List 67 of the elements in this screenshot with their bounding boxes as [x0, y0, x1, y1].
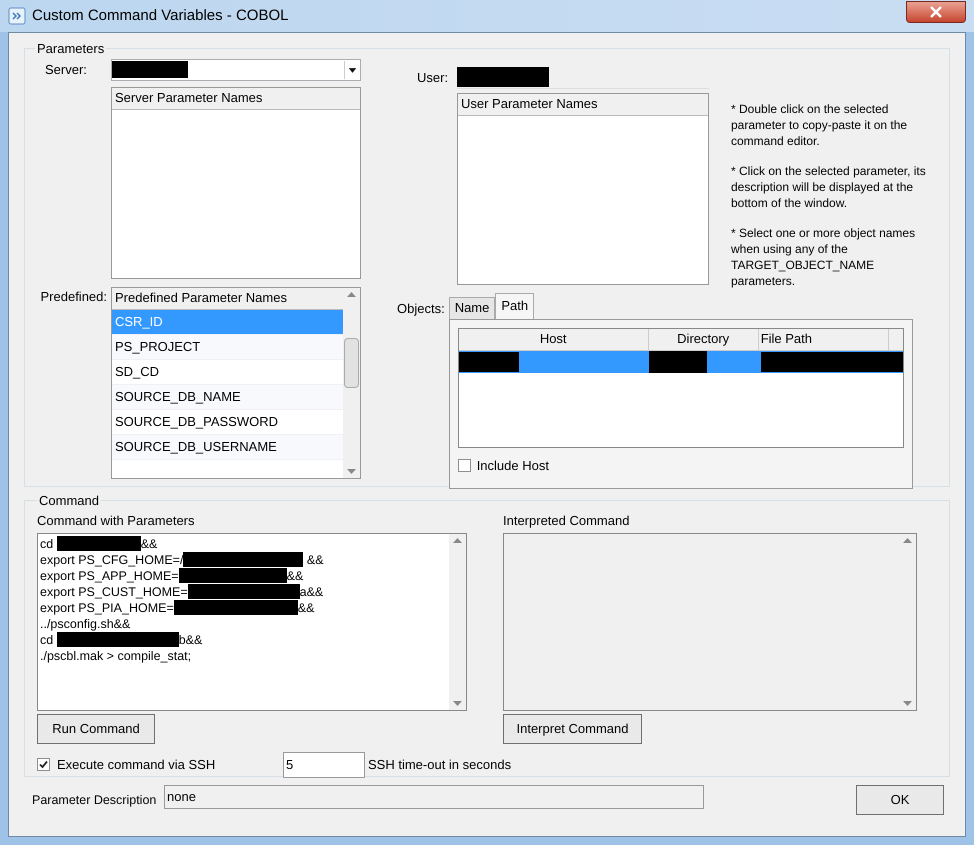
table-row[interactable] [458, 350, 903, 372]
help-note: * Click on the selected parameter, its description will be displayed at the bottom of the window. [731, 162, 927, 210]
scrollbar[interactable] [449, 534, 466, 710]
code-text: cd [40, 632, 54, 648]
user-parameter-list[interactable]: User Parameter Names [457, 92, 709, 284]
scroll-down-icon[interactable] [903, 700, 912, 706]
checkbox-label: Include Host [476, 456, 549, 474]
column-header: Server Parameter Names [112, 88, 360, 110]
group-label: Parameters [36, 40, 106, 58]
server-parameter-list[interactable]: Server Parameter Names [111, 86, 361, 278]
field-label: Parameter Description [31, 792, 158, 808]
scrollbar[interactable] [343, 288, 360, 478]
timeout-field[interactable]: 5 [283, 752, 365, 778]
tab[interactable]: Name [448, 296, 496, 318]
code-text: && [306, 552, 324, 568]
column-header: Predefined Parameter Names [112, 288, 343, 310]
column-header[interactable]: File Path [758, 328, 889, 350]
field-label: Predefined: [40, 288, 108, 306]
list-item[interactable]: SD_CD [112, 360, 343, 384]
tab[interactable]: Path [495, 292, 534, 318]
list-item[interactable]: SOURCE_DB_PASSWORD [112, 410, 343, 434]
group-label: Command [38, 492, 100, 510]
field-label: Command with Parameters [37, 512, 196, 530]
list-item[interactable]: SOURCE_DB_USERNAME [112, 434, 343, 460]
close-icon [930, 6, 942, 18]
field-label: User: [417, 68, 450, 87]
window-title: Custom Command Variables - COBOL [32, 6, 288, 26]
interpret-command-button[interactable]: Interpret Command [503, 714, 642, 744]
field-label: Objects: [397, 300, 445, 318]
command-editor[interactable]: cd && export PS_CFG_HOME=/ && export PS_APP_HOME= && export PS_CUST_HOME= a&& export PS_PIA_HOME= && ../psconfig.sh&& cd b&& ./pscbl.mak > compile_stat; [37, 532, 467, 710]
list-item[interactable]: SOURCE_DB_NAME [112, 384, 343, 410]
app-icon [8, 7, 26, 25]
code-text: && [298, 600, 314, 616]
code-text: ../psconfig.sh&& [40, 616, 130, 632]
description-field: none [164, 785, 704, 809]
code-text: a&& [300, 584, 324, 600]
code-text: export PS_CUST_HOME= [40, 584, 188, 600]
code-text: ./pscbl.mak > compile_stat; [40, 648, 192, 664]
scroll-up-icon[interactable] [903, 538, 912, 542]
scroll-up-icon[interactable] [453, 538, 462, 542]
run-command-button[interactable]: Run Command [37, 714, 155, 744]
field-label: Server: [44, 60, 88, 79]
column-header[interactable]: Directory [648, 328, 759, 350]
close-button[interactable] [906, 1, 966, 23]
code-text: && [286, 568, 304, 584]
list-item[interactable]: PS_PROJECT [112, 334, 343, 360]
scroll-up-icon[interactable] [347, 292, 356, 296]
code-text: b&& [178, 632, 202, 648]
checkbox[interactable] [37, 758, 50, 771]
code-text: export PS_APP_HOME= [40, 568, 179, 584]
checkbox-label: Execute command via SSH [57, 756, 216, 774]
code-text: export PS_PIA_HOME= [40, 600, 174, 616]
ok-button[interactable]: OK [856, 785, 944, 815]
column-header: User Parameter Names [458, 94, 708, 116]
code-text: cd [40, 536, 54, 552]
scroll-down-icon[interactable] [347, 468, 356, 474]
code-text: && [140, 536, 158, 552]
field-label: SSH time-out in seconds [368, 756, 512, 774]
server-dropdown[interactable] [111, 58, 361, 80]
help-note: * Double click on the selected parameter to copy-paste it on the command editor. [731, 100, 908, 148]
scroll-down-icon[interactable] [453, 700, 462, 706]
column-header[interactable]: Host [458, 328, 649, 350]
help-note: * Select one or more object names when using any of the TARGET_OBJECT_NAME parameters. [731, 224, 916, 288]
field-label: Interpreted Command [503, 512, 630, 530]
code-text: export PS_CFG_HOME=/ [40, 552, 184, 568]
checkbox[interactable] [458, 458, 471, 472]
scroll-thumb[interactable] [344, 338, 359, 388]
